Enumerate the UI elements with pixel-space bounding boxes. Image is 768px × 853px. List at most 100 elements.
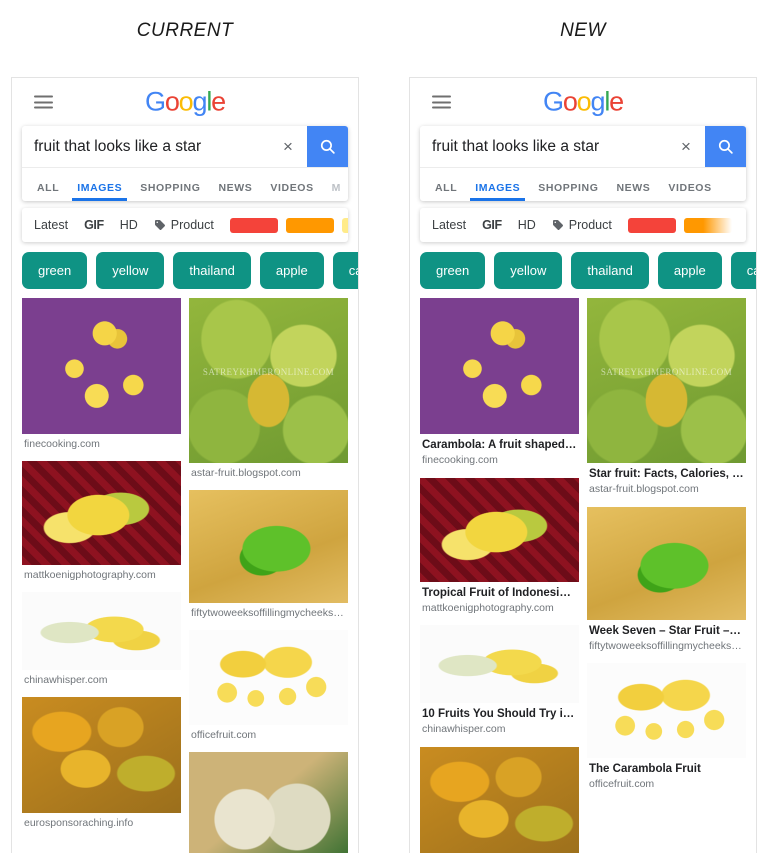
photo-image (587, 663, 746, 758)
image-result-card[interactable] (420, 746, 579, 853)
result-thumbnail[interactable] (22, 592, 181, 671)
chip-apple[interactable]: apple (259, 252, 324, 289)
orange-swatch[interactable] (683, 217, 732, 233)
chip-carambola[interactable]: carambola (332, 252, 358, 289)
chip-green[interactable]: green (420, 252, 486, 289)
photo-image (22, 697, 181, 814)
filter-bar[interactable]: Latest GIF HD Product (22, 208, 348, 242)
result-thumbnail[interactable] (420, 477, 579, 582)
result-thumbnail[interactable] (22, 697, 181, 814)
filter-product[interactable]: Product (552, 218, 612, 232)
search-input[interactable]: fruit that looks like a star (420, 126, 667, 167)
result-source[interactable]: fiftytwoweeksoffillingmycheeks.w… (589, 640, 744, 653)
chip-carambola[interactable]: carambola (730, 252, 756, 289)
result-source[interactable]: officefruit.com (589, 778, 744, 791)
result-title[interactable]: Week Seven – Star Fruit – Fifty-Tw… (589, 624, 744, 638)
result-source[interactable]: chinawhisper.com (24, 674, 179, 687)
search-icon[interactable] (705, 126, 746, 167)
result-title[interactable]: Carambola: A fruit shaped like a st… (422, 438, 577, 452)
image-result-card[interactable]: Week Seven – Star Fruit – Fifty-Tw… fifty… (587, 506, 746, 655)
result-source[interactable]: chinawhisper.com (422, 723, 577, 736)
result-source[interactable]: mattkoenigphotography.com (24, 569, 179, 582)
tab-videos[interactable]: VIDEOS (659, 182, 720, 202)
image-result-card[interactable]: eurosponsoraching.info (22, 697, 181, 833)
chip-yellow[interactable]: yellow (96, 252, 165, 289)
filter-gif[interactable]: GIF (84, 218, 104, 232)
result-thumbnail[interactable]: SATREYKHMERONLINE.COM (189, 298, 348, 463)
result-title[interactable]: Tropical Fruit of Indonesia | Matt K… (422, 586, 577, 600)
hamburger-icon[interactable] (34, 95, 53, 109)
result-thumbnail[interactable] (420, 298, 579, 434)
result-thumbnail[interactable] (189, 490, 348, 604)
result-thumbnail[interactable] (22, 298, 181, 434)
result-source[interactable]: fiftytwoweeksoffillingmycheeks.word… (191, 607, 346, 620)
image-result-card[interactable] (189, 752, 348, 853)
chip-yellow[interactable]: yellow (494, 252, 563, 289)
chip-thailand[interactable]: thailand (571, 252, 649, 289)
clear-icon[interactable]: × (667, 126, 705, 167)
image-result-card[interactable]: SATREYKHMERONLINE.COM astar-fruit.blogspo… (189, 298, 348, 483)
image-result-card[interactable]: finecooking.com (22, 298, 181, 454)
image-result-card[interactable]: mattkoenigphotography.com (22, 461, 181, 585)
result-thumbnail[interactable] (189, 752, 348, 853)
tab-videos[interactable]: VIDEOS (261, 182, 322, 202)
search-icon[interactable] (307, 126, 348, 167)
chip-thailand[interactable]: thailand (173, 252, 251, 289)
tab-m[interactable]: M (323, 182, 341, 202)
chip-apple[interactable]: apple (657, 252, 722, 289)
orange-swatch[interactable] (285, 217, 334, 233)
clear-icon[interactable]: × (269, 126, 307, 167)
hamburger-icon[interactable] (432, 95, 451, 109)
image-result-card[interactable]: SATREYKHMERONLINE.COM Star fruit: Facts, … (587, 298, 746, 499)
related-chip-row[interactable]: greenyellowthailandapple carambola (12, 242, 358, 289)
filter-latest[interactable]: Latest (34, 218, 68, 232)
result-source[interactable]: finecooking.com (24, 438, 179, 451)
tab-images[interactable]: IMAGES (68, 182, 131, 202)
result-thumbnail[interactable] (587, 506, 746, 620)
result-thumbnail[interactable] (420, 625, 579, 703)
tab-shopping[interactable]: SHOPPING (131, 182, 209, 202)
result-source[interactable]: eurosponsoraching.info (24, 817, 179, 830)
result-thumbnail[interactable] (22, 461, 181, 566)
result-source[interactable]: astar-fruit.blogspot.com (589, 483, 744, 496)
result-title[interactable]: The Carambola Fruit (589, 762, 744, 776)
tab-all[interactable]: ALL (28, 182, 68, 202)
red-swatch[interactable] (627, 217, 676, 233)
image-result-card[interactable]: fiftytwoweeksoffillingmycheeks.word… (189, 490, 348, 623)
tab-news[interactable]: NEWS (209, 182, 261, 202)
result-title[interactable]: Star fruit: Facts, Calories, and whe… (589, 467, 744, 481)
image-result-card[interactable]: Tropical Fruit of Indonesia | Matt K… mat… (420, 477, 579, 617)
tab-bar[interactable]: ALL IMAGES SHOPPING NEWS VIDEOS (420, 168, 746, 201)
tab-bar[interactable]: ALL IMAGES SHOPPING NEWS VIDEOS M (22, 168, 348, 201)
tab-shopping[interactable]: SHOPPING (529, 182, 607, 202)
image-result-card[interactable]: The Carambola Fruit officefruit.com (587, 663, 746, 794)
result-thumbnail[interactable] (587, 663, 746, 758)
red-swatch[interactable] (229, 217, 278, 233)
result-thumbnail[interactable]: SATREYKHMERONLINE.COM (587, 298, 746, 463)
related-chip-row[interactable]: greenyellowthailandapple carambola (410, 242, 756, 289)
image-result-card[interactable]: officefruit.com (189, 630, 348, 745)
filter-product[interactable]: Product (154, 218, 214, 232)
filter-latest[interactable]: Latest (432, 218, 466, 232)
image-result-card[interactable]: Carambola: A fruit shaped like a st… fine… (420, 298, 579, 470)
result-source[interactable]: officefruit.com (191, 729, 346, 742)
image-result-card[interactable]: 10 Fruits You Should Try in China chinawh… (420, 625, 579, 739)
result-title[interactable]: 10 Fruits You Should Try in China (422, 707, 577, 721)
yellow-swatch[interactable] (341, 217, 348, 233)
tab-news[interactable]: NEWS (607, 182, 659, 202)
result-source[interactable]: finecooking.com (422, 454, 577, 467)
filter-hd[interactable]: HD (120, 218, 138, 232)
tab-all[interactable]: ALL (426, 182, 466, 202)
chip-green[interactable]: green (22, 252, 88, 289)
photo-image (22, 461, 181, 566)
tab-images[interactable]: IMAGES (466, 182, 529, 202)
result-source[interactable]: astar-fruit.blogspot.com (191, 467, 346, 480)
filter-hd[interactable]: HD (518, 218, 536, 232)
filter-gif[interactable]: GIF (482, 218, 502, 232)
result-source[interactable]: mattkoenigphotography.com (422, 602, 577, 615)
result-thumbnail[interactable] (420, 746, 579, 853)
search-input[interactable]: fruit that looks like a star (22, 126, 269, 167)
image-result-card[interactable]: chinawhisper.com (22, 592, 181, 690)
filter-bar[interactable]: Latest GIF HD Product (420, 208, 746, 242)
result-thumbnail[interactable] (189, 630, 348, 726)
